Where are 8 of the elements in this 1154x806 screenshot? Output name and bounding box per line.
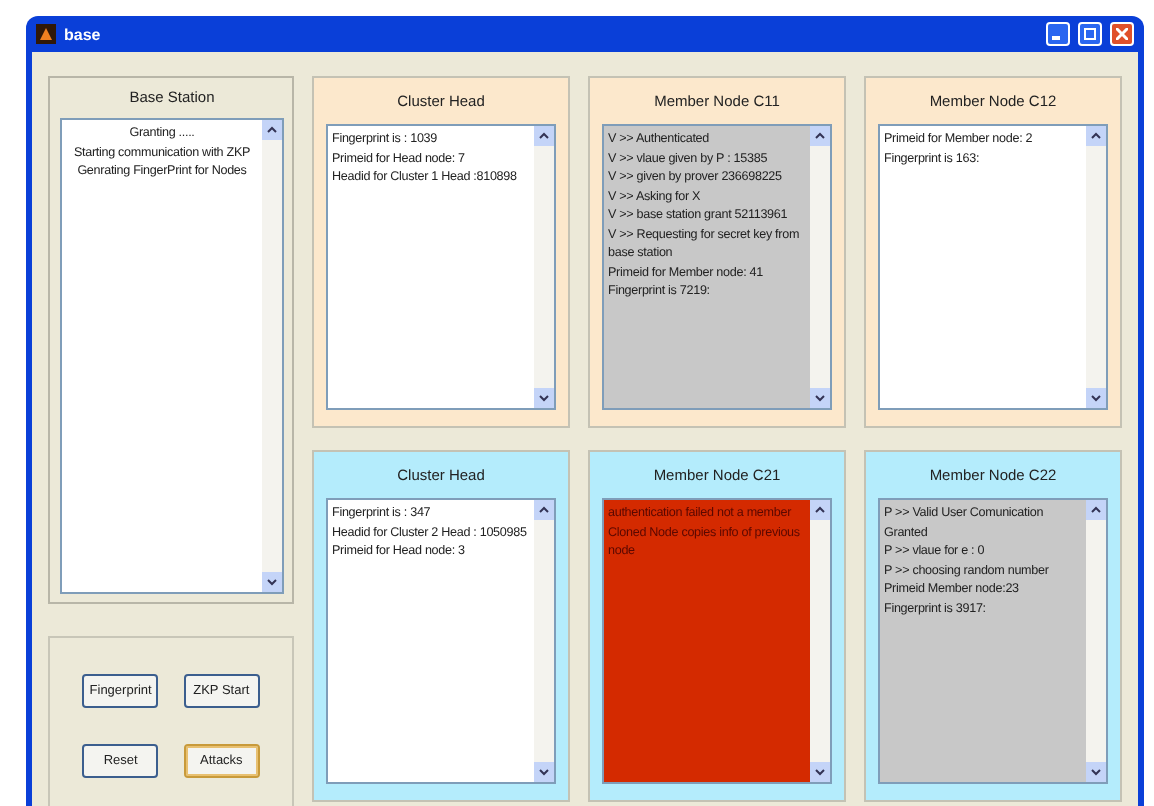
app-icon (36, 24, 56, 44)
maximize-icon (1084, 28, 1096, 40)
close-button[interactable] (1110, 22, 1134, 46)
window-title: base (64, 25, 103, 43)
minimize-button[interactable] (1046, 22, 1070, 46)
log-box[interactable] (602, 124, 832, 410)
close-icon (1116, 28, 1128, 40)
maximize-button[interactable] (1078, 22, 1102, 46)
